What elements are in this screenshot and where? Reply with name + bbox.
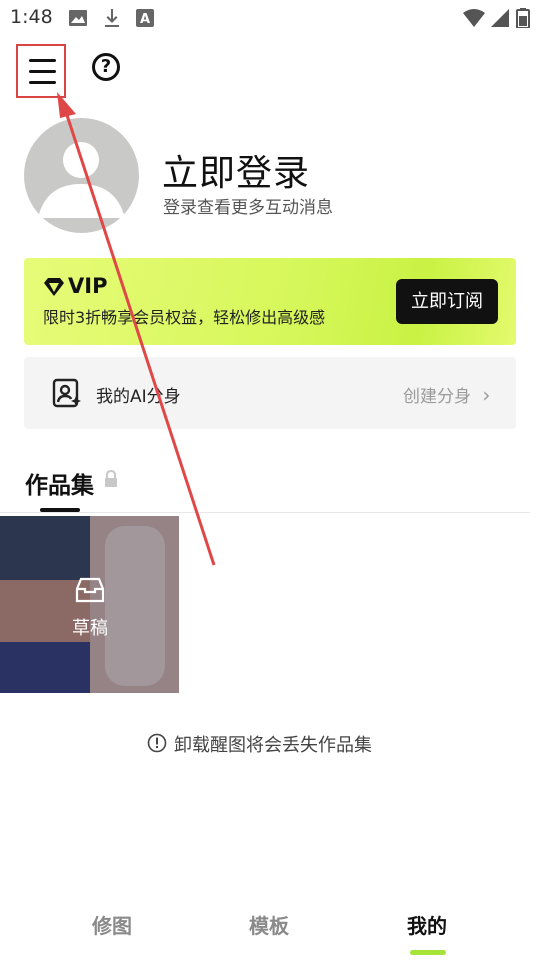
inbox-icon bbox=[75, 577, 105, 603]
create-avatar-link[interactable]: 创建分身 › bbox=[403, 382, 490, 407]
nav-edit[interactable]: 修图 bbox=[92, 910, 132, 939]
draft-overlay bbox=[0, 516, 179, 693]
vip-description: 限时3折畅享会员权益，轻松修出高级感 bbox=[43, 308, 326, 327]
image-icon bbox=[69, 10, 87, 26]
status-bar: 1:48 A bbox=[0, 0, 540, 36]
divider bbox=[0, 512, 530, 513]
info-icon bbox=[147, 733, 167, 753]
diamond-icon bbox=[44, 278, 64, 296]
portfolio-tab[interactable]: 作品集 bbox=[25, 466, 94, 500]
chevron-right-icon: › bbox=[482, 383, 491, 407]
help-circle-icon: ? bbox=[100, 56, 112, 77]
avatar[interactable] bbox=[24, 118, 139, 233]
signal-icon bbox=[491, 9, 509, 27]
login-title[interactable]: 立即登录 bbox=[162, 144, 310, 196]
login-subtitle: 登录查看更多互动消息 bbox=[163, 198, 333, 218]
battery-icon bbox=[516, 8, 530, 28]
nav-active-indicator bbox=[410, 950, 446, 955]
uninstall-notice: 卸载醒图将会丢失作品集 bbox=[174, 735, 372, 756]
ai-avatar-icon bbox=[52, 378, 81, 408]
download-icon bbox=[105, 9, 119, 27]
default-user-icon bbox=[38, 142, 125, 218]
svg-text:A: A bbox=[140, 12, 150, 27]
vip-title: VIP bbox=[68, 274, 108, 298]
create-avatar-label: 创建分身 bbox=[403, 387, 471, 407]
ai-avatar-label: 我的AI分身 bbox=[96, 387, 181, 407]
lock-icon bbox=[105, 470, 117, 487]
app-a-icon: A bbox=[136, 9, 154, 27]
subscribe-button[interactable]: 立即订阅 bbox=[396, 279, 498, 324]
wifi-icon bbox=[463, 9, 485, 27]
nav-mine[interactable]: 我的 bbox=[407, 910, 447, 939]
nav-templates[interactable]: 模板 bbox=[249, 910, 289, 939]
draft-label: 草稿 bbox=[72, 618, 108, 639]
help-button[interactable]: ? bbox=[92, 53, 120, 81]
status-time: 1:48 bbox=[10, 6, 53, 28]
menu-button[interactable] bbox=[16, 44, 66, 98]
